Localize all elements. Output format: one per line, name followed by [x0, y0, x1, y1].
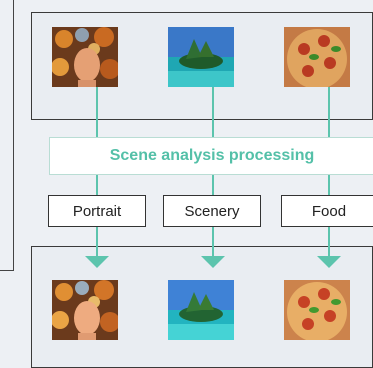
arrow-down-icon — [201, 256, 225, 268]
arrow-down-icon — [317, 256, 341, 268]
category-label-text: Portrait — [72, 202, 122, 220]
left-panel-edge — [0, 0, 14, 271]
category-label-scenery: Scenery — [163, 195, 261, 227]
input-portrait-image — [52, 27, 118, 87]
category-label-food: Food — [281, 195, 373, 227]
input-scenery-image — [168, 27, 234, 87]
output-food-image — [284, 280, 350, 340]
banner-text: Scene analysis processing — [109, 147, 315, 164]
category-label-portrait: Portrait — [48, 195, 146, 227]
input-food-image — [284, 27, 350, 87]
category-label-text: Scenery — [184, 202, 240, 220]
arrow-down-icon — [85, 256, 109, 268]
scene-analysis-diagram: Scene analysis processing Portrait Scene… — [0, 0, 373, 368]
scene-analysis-banner: Scene analysis processing — [49, 137, 373, 175]
output-portrait-image — [52, 280, 118, 340]
output-scenery-image — [168, 280, 234, 340]
category-label-text: Food — [311, 202, 347, 220]
